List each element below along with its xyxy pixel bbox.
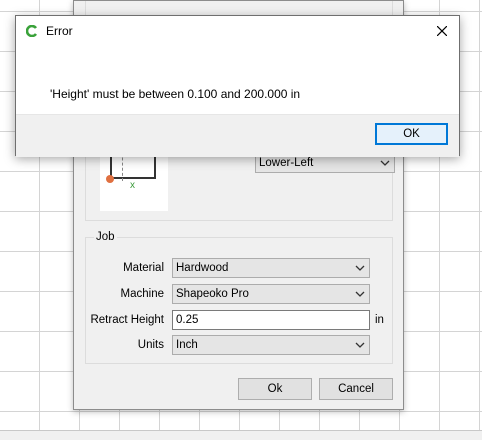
units-label: Units [137,339,164,351]
title-bar: Error [16,16,459,46]
material-value: Hardwood [176,262,229,274]
cancel-button[interactable]: Cancel [319,378,393,400]
x-axis-marker: x [130,180,135,191]
chevron-down-icon [355,291,365,297]
machine-label: Machine [120,288,164,300]
close-button[interactable] [425,16,459,46]
close-icon [437,26,447,36]
chevron-down-icon [355,342,365,348]
retract-height-unit: in [375,314,384,326]
chevron-down-icon [380,160,390,166]
material-label: Material [123,262,164,274]
job-group-title: Job [94,231,117,243]
machine-value: Shapeoko Pro [176,288,249,300]
units-value: Inch [176,339,198,351]
machine-select[interactable]: Shapeoko Pro [172,284,370,304]
ok-button[interactable]: Ok [238,378,312,400]
dialog-footer: OK [16,114,459,157]
error-dialog: Error 'Height' must be between 0.100 and… [15,15,460,157]
origin-point-icon [106,175,114,183]
retract-height-label: Retract Height [90,314,164,326]
units-select[interactable]: Inch [172,335,370,355]
material-select[interactable]: Hardwood [172,258,370,278]
job-group: Job Material Hardwood Machine Shapeoko P… [85,231,393,364]
origin-position-value: Lower-Left [259,157,314,169]
chevron-down-icon [355,265,365,271]
retract-height-input[interactable]: 0.25 [172,310,370,330]
dialog-title: Error [46,24,73,38]
error-message: 'Height' must be between 0.100 and 200.0… [50,87,301,101]
error-ok-button[interactable]: OK [375,123,448,145]
app-logo-icon [26,25,38,37]
